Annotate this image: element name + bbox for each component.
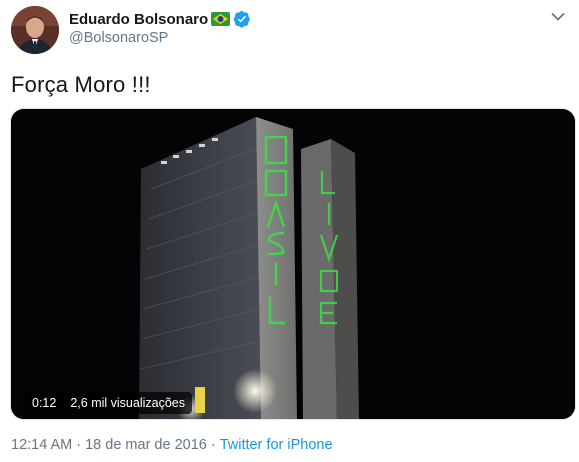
tweet-time[interactable]: 12:14 AM [11,437,72,453]
tweet-card: Eduardo Bolsonaro @BolsonaroSP Força Mor… [0,0,579,462]
author-name-row: Eduardo Bolsonaro [69,10,251,28]
verified-badge-icon [233,10,251,28]
video-views: 2,6 mil visualizações [70,396,185,410]
avatar[interactable] [11,6,59,54]
video-frame [11,109,575,419]
meta-separator: · [210,437,216,453]
author-handle[interactable]: @BolsonaroSP [69,30,168,46]
chevron-down-icon[interactable] [551,12,565,22]
tweet-date[interactable]: 18 de mar de 2016 [85,437,207,453]
video-player[interactable]: 0:12 2,6 mil visualizações [10,108,576,420]
brazil-flag-icon [211,12,231,26]
display-name[interactable]: Eduardo Bolsonaro [69,11,208,28]
tweet-source-link[interactable]: Twitter for iPhone [220,437,333,453]
tweet-meta: 12:14 AM · 18 de mar de 2016 · Twitter f… [11,437,333,453]
video-badge: 0:12 2,6 mil visualizações [25,392,192,414]
video-duration: 0:12 [32,396,57,410]
meta-separator: · [76,437,82,453]
tweet-text: Força Moro !!! [11,72,151,97]
